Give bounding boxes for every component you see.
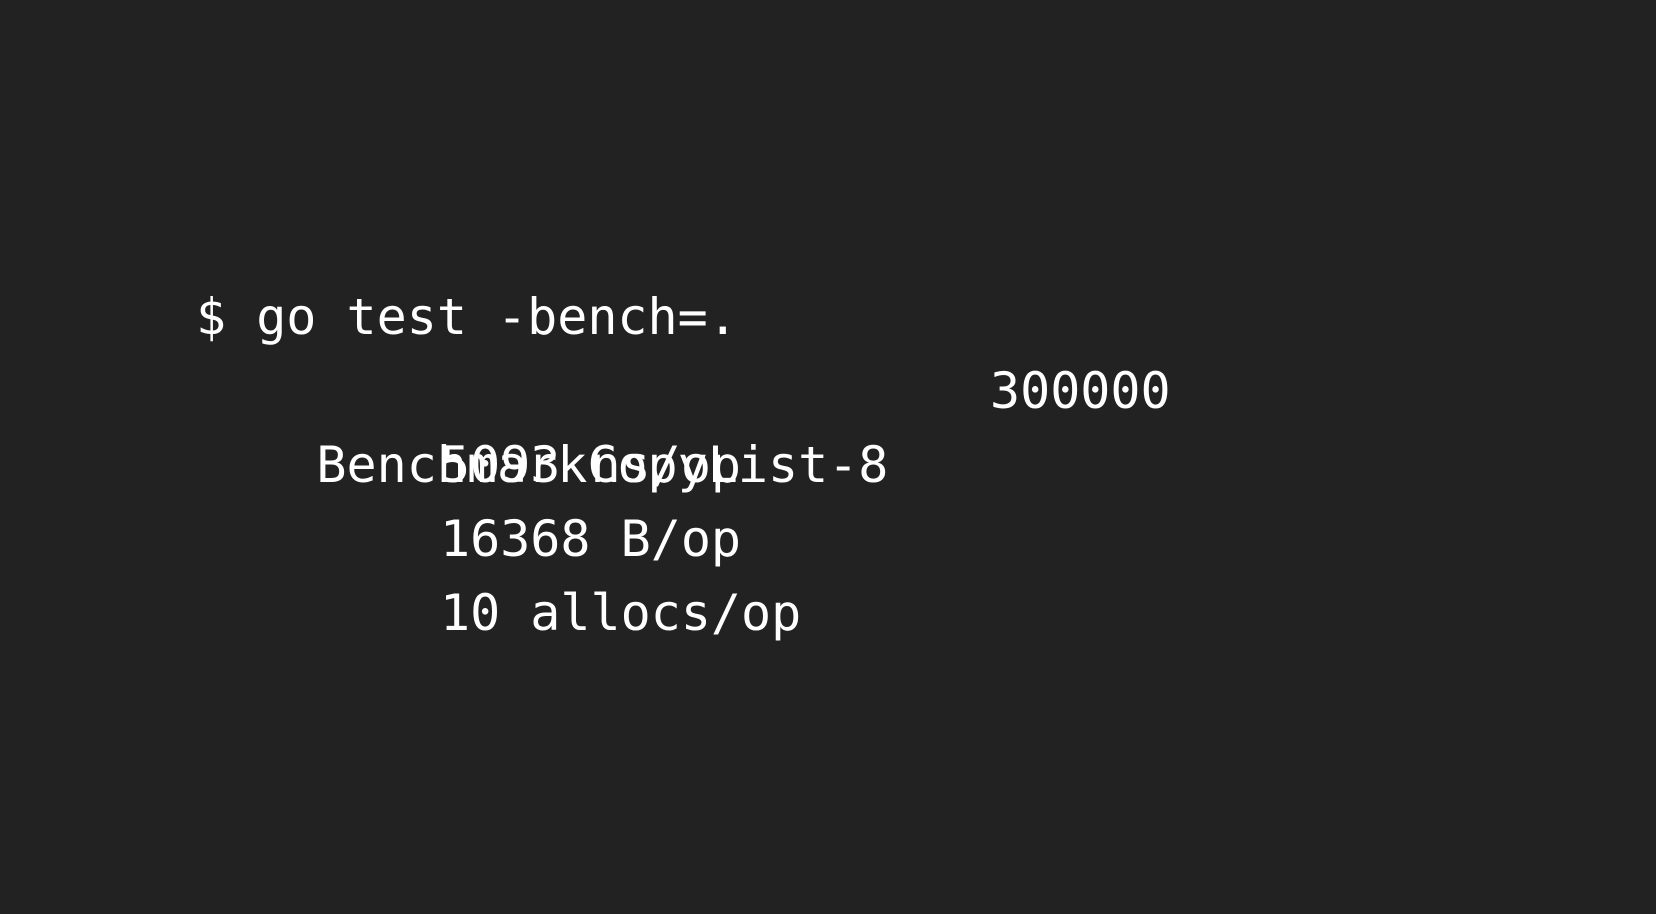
benchmark-ns-per-op: 5093 ns/op — [440, 436, 742, 494]
benchmark-bytes-per-op: 16368 B/op — [440, 510, 742, 568]
benchmark-iterations: 300000 — [990, 362, 1171, 420]
benchmark-allocs-per-op: 10 allocs/op — [440, 584, 802, 642]
terminal-window[interactable]: $ go test -bench=. BenchmarkCopyList-8 3… — [0, 0, 1656, 914]
command-line: $ go test -bench=. — [196, 288, 738, 346]
